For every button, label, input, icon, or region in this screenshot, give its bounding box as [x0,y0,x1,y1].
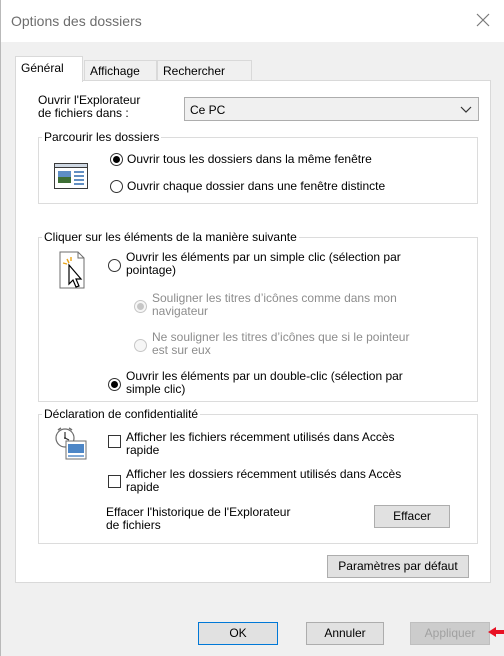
open-explorer-label: Ouvrir l'Explorateur de fichiers dans : [38,94,140,120]
folder-options-dialog: Options des dossiers Général Affichage R… [0,0,504,656]
radio-underline-hover-label: Ne souligner les titres d’icônes que si … [152,331,409,357]
radio-same-window-label: Ouvrir tous les dossiers dans la même fe… [127,152,372,166]
checkbox-recent-folders-label: Afficher les dossiers récemment utilisés… [126,468,401,494]
general-tab-panel: Ouvrir l'Explorateur de fichiers dans : … [15,80,491,583]
radio-double-click-label: Ouvrir les éléments par un double-clic (… [126,370,403,396]
privacy-clock-icon [55,427,87,460]
radio-same-window[interactable] [110,153,123,166]
radio-underline-always[interactable] [134,300,147,313]
ok-button[interactable]: OK [198,622,278,645]
click-behavior-title: Cliquer sur les éléments de la manière s… [42,230,299,244]
radio-separate-window[interactable] [110,180,123,193]
checkbox-recent-files[interactable] [108,435,121,448]
window-title: Options des dossiers [11,13,142,29]
tab-general[interactable]: Général [15,56,83,82]
radio-underline-hover[interactable] [134,339,147,352]
radio-underline-always-label: Souligner les titres d’icônes comme dans… [152,292,397,318]
red-arrow-icon [488,627,504,637]
tab-search[interactable]: Rechercher [157,60,252,82]
open-explorer-label-line2: de fichiers dans : [38,106,129,120]
underline-hover-line2: est sur eux [152,343,211,357]
apply-button[interactable]: Appliquer [410,622,490,645]
open-explorer-value: Ce PC [190,103,226,117]
title-bar: Options des dossiers [1,0,504,42]
single-click-line2: pointage) [126,263,177,277]
folder-window-icon [54,163,88,189]
clear-history-button[interactable]: Effacer [374,505,450,528]
double-click-line2: simple clic) [126,382,186,396]
open-explorer-dropdown[interactable]: Ce PC [184,97,479,121]
radio-separate-window-label: Ouvrir chaque dossier dans une fenêtre d… [127,179,386,193]
checkbox-recent-folders[interactable] [108,475,121,488]
clear-history-line2: de fichiers [106,518,161,532]
recent-folders-line2: rapide [126,480,160,494]
close-icon [476,13,490,27]
recent-files-line1: Afficher les fichiers récemment utilisés… [126,430,395,444]
tab-display[interactable]: Affichage [84,60,157,82]
restore-defaults-button[interactable]: Paramètres par défaut [327,555,469,578]
browse-folders-group [38,137,478,204]
privacy-title: Déclaration de confidentialité [42,407,201,421]
cancel-button[interactable]: Annuler [306,622,384,645]
radio-single-click[interactable] [108,259,121,272]
checkbox-recent-files-label: Afficher les fichiers récemment utilisés… [126,431,395,457]
recent-files-line2: rapide [126,443,160,457]
browse-folders-title: Parcourir les dossiers [42,130,162,144]
chevron-down-icon [460,106,472,113]
recent-folders-line1: Afficher les dossiers récemment utilisés… [126,467,402,481]
clear-history-label: Effacer l'historique de l'Explorateur de… [106,506,290,532]
radio-double-click[interactable] [108,378,121,391]
radio-single-click-label: Ouvrir les éléments par un simple clic (… [126,251,401,277]
close-button[interactable] [461,0,504,40]
pointer-click-icon [59,251,85,289]
underline-always-line2: navigateur [152,304,209,318]
